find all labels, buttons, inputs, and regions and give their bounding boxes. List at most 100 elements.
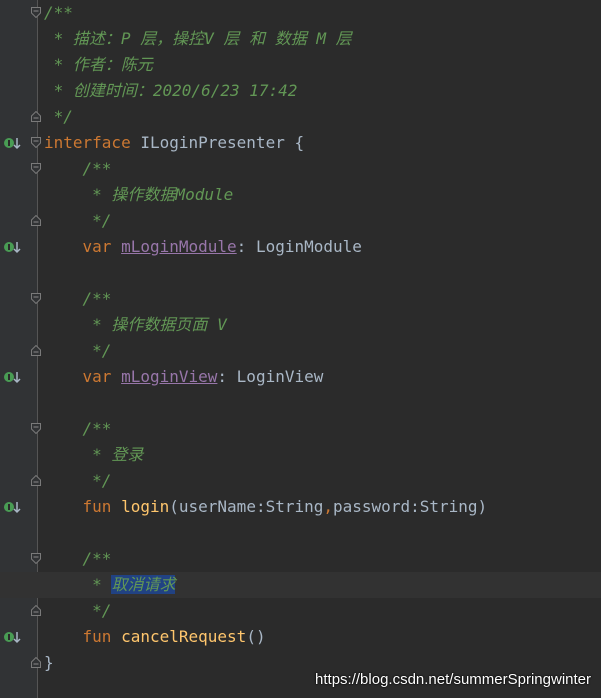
implementation-marker-icon[interactable]	[3, 369, 21, 385]
code-line[interactable]: * 取消请求	[0, 572, 601, 598]
code-token: fun	[82, 627, 112, 646]
code-text[interactable]: */	[44, 107, 73, 127]
code-text[interactable]: fun cancelRequest()	[44, 627, 266, 647]
code-text[interactable]: var mLoginModule: LoginModule	[44, 237, 362, 257]
code-token: */	[44, 601, 112, 620]
code-token: * 描述：P 层，操控V 层 和 数据 M 层	[44, 29, 352, 48]
code-token: */	[44, 107, 73, 126]
code-line[interactable]: */	[0, 208, 601, 234]
code-line[interactable]: * 操作数据页面 V	[0, 312, 601, 338]
code-text[interactable]: /**	[44, 549, 112, 569]
code-line[interactable]: * 登录	[0, 442, 601, 468]
code-token: /**	[44, 419, 112, 438]
code-line[interactable]: fun login(userName:String,password:Strin…	[0, 494, 601, 520]
fold-open-icon[interactable]	[31, 293, 41, 304]
code-line[interactable]: fun cancelRequest()	[0, 624, 601, 650]
code-text[interactable]: /**	[44, 419, 112, 439]
selected-text: 取消请求	[111, 575, 176, 594]
implementation-marker-icon[interactable]	[3, 239, 21, 255]
code-text[interactable]: * 取消请求	[44, 575, 176, 595]
fold-open-icon[interactable]	[31, 423, 41, 434]
code-line[interactable]: * 创建时间：2020/6/23 17:42	[0, 78, 601, 104]
code-line[interactable]: */	[0, 104, 601, 130]
code-line[interactable]: /**	[0, 0, 601, 26]
code-editor[interactable]: /** * 描述：P 层，操控V 层 和 数据 M 层 * 作者：陈元 * 创建…	[0, 0, 601, 698]
fold-close-icon[interactable]	[31, 605, 41, 616]
code-text[interactable]: */	[44, 601, 111, 621]
code-text[interactable]: * 登录	[44, 445, 143, 465]
code-line[interactable]: */	[0, 598, 601, 624]
fold-open-icon[interactable]	[31, 553, 41, 564]
code-line[interactable]: */	[0, 338, 601, 364]
fold-close-icon[interactable]	[31, 345, 41, 356]
fold-open-icon[interactable]	[31, 163, 41, 174]
code-line[interactable]: /**	[0, 416, 601, 442]
code-token: * 创建时间：2020/6/23 17:42	[44, 81, 298, 100]
code-line[interactable]	[0, 520, 601, 546]
code-line[interactable]: * 描述：P 层，操控V 层 和 数据 M 层	[0, 26, 601, 52]
code-token: */	[44, 341, 112, 360]
fold-close-icon[interactable]	[31, 111, 41, 122]
code-text[interactable]: * 作者：陈元	[44, 55, 153, 75]
code-line[interactable]: var mLoginView: LoginView	[0, 364, 601, 390]
code-token: ,	[323, 497, 334, 516]
code-token: ILoginPresenter {	[130, 133, 305, 152]
code-token: /**	[44, 159, 112, 178]
code-text[interactable]: */	[44, 471, 111, 491]
fold-open-icon[interactable]	[31, 7, 41, 18]
code-line[interactable]: */	[0, 468, 601, 494]
implementation-marker-icon[interactable]	[3, 135, 21, 151]
code-text[interactable]: /**	[44, 159, 112, 179]
code-token: * 操作数据Module	[44, 185, 234, 204]
code-token: */	[44, 471, 112, 490]
code-text[interactable]: */	[44, 341, 111, 361]
code-text[interactable]: var mLoginView: LoginView	[44, 367, 324, 387]
code-token: fun	[82, 497, 112, 516]
code-text[interactable]: }	[44, 653, 54, 673]
code-token: login	[121, 497, 170, 516]
code-line[interactable]: interface ILoginPresenter {	[0, 130, 601, 156]
code-token: mLoginModule	[121, 237, 237, 256]
code-token: password:String)	[333, 497, 488, 516]
code-token: * 登录	[44, 445, 144, 464]
code-text[interactable]: /**	[44, 289, 112, 309]
implementation-marker-icon[interactable]	[3, 499, 21, 515]
code-token: mLoginView	[121, 367, 218, 386]
code-token: * 操作数据页面 V	[44, 315, 227, 334]
code-token: /**	[44, 3, 73, 22]
code-line[interactable]: /**	[0, 286, 601, 312]
code-token: */	[44, 211, 112, 230]
code-text[interactable]: * 操作数据Module	[44, 185, 233, 205]
fold-close-icon[interactable]	[31, 215, 41, 226]
code-text[interactable]: */	[44, 211, 111, 231]
code-text[interactable]: /**	[44, 3, 73, 23]
code-token: }	[44, 653, 54, 672]
code-text[interactable]: * 描述：P 层，操控V 层 和 数据 M 层	[44, 29, 352, 49]
code-line[interactable]: /**	[0, 546, 601, 572]
watermark-url: https://blog.csdn.net/summerSpringwinter	[315, 671, 591, 688]
code-token: *	[44, 575, 112, 594]
code-line[interactable]: * 操作数据Module	[0, 182, 601, 208]
implementation-marker-icon[interactable]	[3, 629, 21, 645]
code-text[interactable]: interface ILoginPresenter {	[44, 133, 304, 153]
fold-close-icon[interactable]	[31, 475, 41, 486]
code-line[interactable]: /**	[0, 156, 601, 182]
code-text[interactable]: fun login(userName:String,password:Strin…	[44, 497, 488, 517]
code-text[interactable]: * 操作数据页面 V	[44, 315, 227, 335]
code-line[interactable]: * 作者：陈元	[0, 52, 601, 78]
fold-close-icon[interactable]	[31, 657, 41, 668]
fold-open-icon[interactable]	[31, 137, 41, 148]
code-token: cancelRequest	[121, 627, 247, 646]
code-line[interactable]: var mLoginModule: LoginModule	[0, 234, 601, 260]
code-line[interactable]	[0, 390, 601, 416]
code-token: * 作者：陈元	[44, 55, 153, 74]
code-text[interactable]: * 创建时间：2020/6/23 17:42	[44, 81, 298, 101]
code-line[interactable]	[0, 260, 601, 286]
